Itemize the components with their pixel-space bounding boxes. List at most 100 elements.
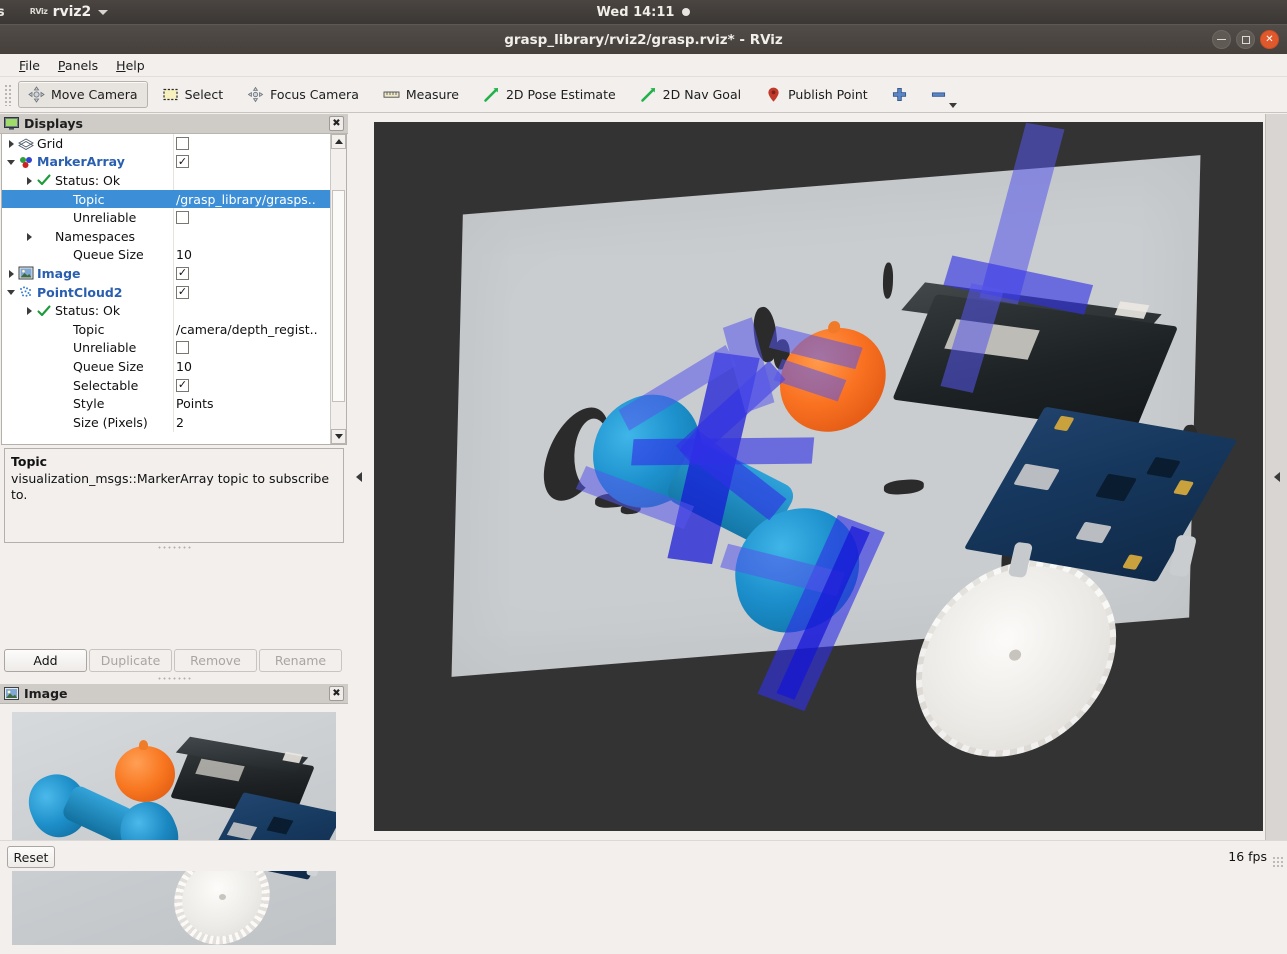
- display-tree-row[interactable]: Topic/grasp_library/grasps..: [2, 190, 330, 209]
- display-property-value[interactable]: 2: [176, 413, 336, 432]
- close-button[interactable]: ✕: [1260, 30, 1279, 49]
- scroll-up-button[interactable]: [331, 134, 346, 149]
- expand-arrow-open-icon[interactable]: [6, 153, 18, 171]
- tree-indent-spacer: [42, 339, 54, 357]
- display-tree-row[interactable]: Image: [2, 264, 330, 283]
- display-tree-row[interactable]: Namespaces: [2, 227, 330, 246]
- display-tree-row-label: Image: [37, 266, 81, 281]
- display-property-value[interactable]: /grasp_library/grasps..: [176, 190, 336, 209]
- tool-2d-nav-goal-label: 2D Nav Goal: [663, 87, 741, 102]
- display-tree-row[interactable]: Queue Size10: [2, 246, 330, 265]
- image-panel-close-button[interactable]: ✖: [329, 686, 344, 701]
- expand-arrow-closed-icon[interactable]: [6, 134, 18, 152]
- property-description-body: visualization_msgs::MarkerArray topic to…: [11, 471, 337, 504]
- tool-add[interactable]: [882, 81, 917, 108]
- expand-arrow-closed-icon[interactable]: [24, 227, 36, 245]
- expand-arrow-closed-icon[interactable]: [24, 302, 36, 320]
- tool-focus-camera[interactable]: Focus Camera: [237, 81, 369, 108]
- display-tree-row[interactable]: Status: Ok: [2, 171, 330, 190]
- minimize-button[interactable]: [1212, 30, 1231, 49]
- menu-panels-rest: anels: [65, 58, 98, 73]
- tool-publish-point[interactable]: Publish Point: [755, 81, 878, 108]
- menu-help[interactable]: Help: [107, 56, 154, 75]
- tree-column-divider: [173, 246, 174, 265]
- displays-tree[interactable]: GridMarkerArray Status: Ok Topic/grasp_lib…: [1, 134, 347, 445]
- checkbox-unchecked-icon[interactable]: [176, 341, 189, 354]
- close-icon: ✖: [332, 119, 340, 129]
- camera-image-view[interactable]: [12, 712, 336, 945]
- display-tree-row-label: MarkerArray: [37, 154, 125, 169]
- triangle-up-icon: [335, 139, 343, 144]
- chevron-down-icon[interactable]: [949, 103, 957, 108]
- display-tree-row[interactable]: Size (Pixels)2: [2, 413, 330, 432]
- resize-grip-icon[interactable]: [1272, 856, 1284, 868]
- tree-column-divider: [173, 227, 174, 246]
- tree-column-divider: [173, 320, 174, 339]
- duplicate-display-button[interactable]: Duplicate: [89, 649, 172, 672]
- displays-panel: Displays ✖ GridMarkerArrayStatus: OkTopi…: [0, 114, 348, 445]
- displays-tree-scrollbar[interactable]: [330, 134, 346, 444]
- display-enabled-checkbox[interactable]: [176, 134, 336, 153]
- reset-button[interactable]: Reset: [7, 846, 55, 868]
- tool-2d-pose-estimate[interactable]: 2D Pose Estimate: [473, 81, 626, 108]
- tool-2d-nav-goal[interactable]: 2D Nav Goal: [630, 81, 751, 108]
- display-tree-row[interactable]: PointCloud2: [2, 283, 330, 302]
- display-property-value[interactable]: Points: [176, 394, 336, 413]
- display-tree-row[interactable]: Status: Ok: [2, 301, 330, 320]
- 3d-render-view[interactable]: [374, 122, 1263, 831]
- display-enabled-checkbox[interactable]: [176, 283, 336, 302]
- rename-display-button[interactable]: Rename: [259, 649, 342, 672]
- minus-icon: [930, 86, 947, 103]
- display-tree-row-label: Status: Ok: [55, 173, 120, 188]
- splitter-handle-image[interactable]: [0, 675, 348, 681]
- checkbox-checked-icon[interactable]: [176, 379, 189, 392]
- checkbox-unchecked-icon[interactable]: [176, 137, 189, 150]
- display-tree-row[interactable]: Selectable: [2, 376, 330, 395]
- display-property-value[interactable]: 10: [176, 357, 336, 376]
- menu-panels[interactable]: Panels: [49, 56, 107, 75]
- display-tree-row[interactable]: StylePoints: [2, 394, 330, 413]
- display-enabled-checkbox[interactable]: [176, 264, 336, 283]
- tool-select[interactable]: Select: [152, 81, 234, 108]
- checkbox-checked-icon[interactable]: [176, 286, 189, 299]
- nav-goal-arrow-icon: [640, 86, 657, 103]
- expand-arrow-closed-icon[interactable]: [24, 171, 36, 189]
- display-tree-row[interactable]: Unreliable: [2, 208, 330, 227]
- display-property-value[interactable]: 10: [176, 246, 336, 265]
- pcb-gold-connector: [1173, 480, 1194, 496]
- display-enabled-checkbox[interactable]: [176, 208, 336, 227]
- expand-arrow-closed-icon[interactable]: [6, 264, 18, 282]
- scroll-down-button[interactable]: [331, 429, 346, 444]
- display-property-value[interactable]: /camera/depth_regist..: [176, 320, 336, 339]
- display-enabled-checkbox[interactable]: [176, 376, 336, 395]
- display-tree-row-label: Topic: [73, 322, 104, 337]
- maximize-button[interactable]: [1236, 30, 1255, 49]
- pose-arrow-icon: [483, 86, 500, 103]
- splitter-handle-help[interactable]: [0, 544, 348, 550]
- checkbox-unchecked-icon[interactable]: [176, 211, 189, 224]
- tool-measure[interactable]: Measure: [373, 81, 469, 108]
- checkbox-checked-icon[interactable]: [176, 155, 189, 168]
- menu-file[interactable]: File: [10, 56, 49, 75]
- checkbox-checked-icon[interactable]: [176, 267, 189, 280]
- desktop-clock[interactable]: Wed 14:11: [0, 0, 1287, 24]
- display-enabled-checkbox[interactable]: [176, 339, 336, 358]
- toolbar-grip[interactable]: [4, 84, 12, 106]
- tool-remove[interactable]: [921, 81, 956, 108]
- displays-panel-close-button[interactable]: ✖: [329, 116, 344, 131]
- expand-arrow-open-icon[interactable]: [6, 283, 18, 301]
- left-splitter-handle[interactable]: [348, 114, 370, 840]
- display-tree-row-label: Status: Ok: [55, 303, 120, 318]
- scrollbar-thumb[interactable]: [332, 190, 345, 402]
- add-display-button[interactable]: Add: [4, 649, 87, 672]
- display-tree-row[interactable]: MarkerArray: [2, 153, 330, 172]
- display-tree-row[interactable]: Topic/camera/depth_regist..: [2, 320, 330, 339]
- remove-display-button[interactable]: Remove: [174, 649, 257, 672]
- display-tree-row[interactable]: Unreliable: [2, 339, 330, 358]
- window-titlebar[interactable]: grasp_library/rviz2/grasp.rviz* - RViz ✕: [0, 24, 1287, 54]
- display-tree-row[interactable]: Grid: [2, 134, 330, 153]
- display-enabled-checkbox[interactable]: [176, 153, 336, 172]
- display-tree-row[interactable]: Queue Size10: [2, 357, 330, 376]
- tool-move-camera[interactable]: Move Camera: [18, 81, 148, 108]
- right-splitter-handle[interactable]: [1265, 114, 1287, 840]
